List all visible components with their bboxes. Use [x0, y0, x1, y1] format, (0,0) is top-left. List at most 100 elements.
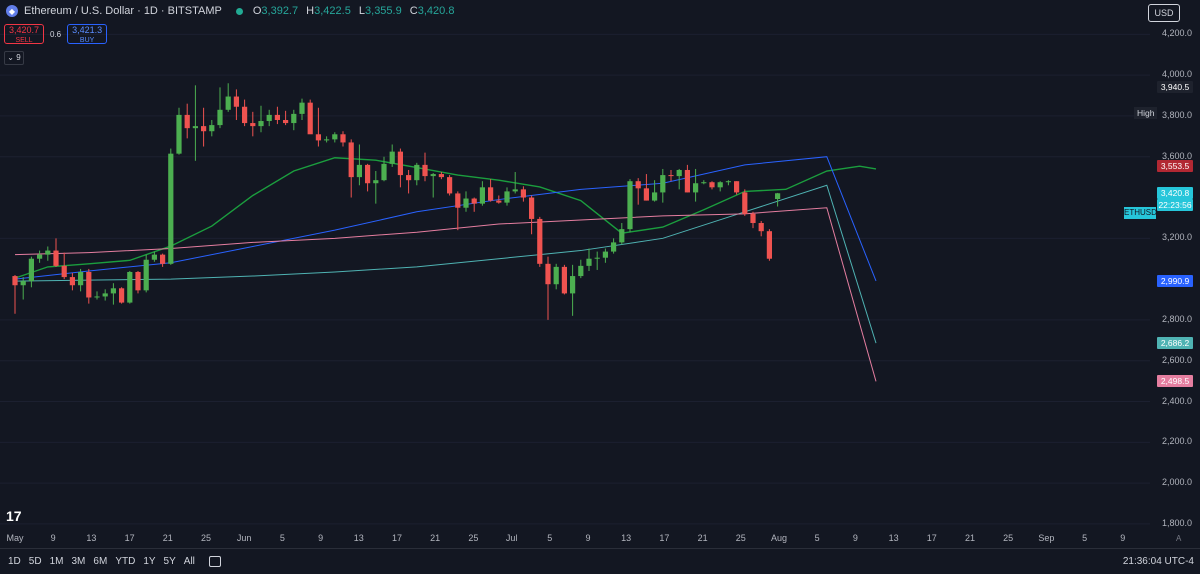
candle-body — [110, 288, 116, 294]
candle-body — [668, 175, 674, 177]
range-3m[interactable]: 3M — [72, 556, 86, 567]
candle-body — [406, 175, 412, 181]
candle-body — [586, 258, 592, 266]
time-axis-label: 17 — [926, 533, 937, 543]
candle-body — [504, 191, 510, 203]
range-all[interactable]: All — [184, 556, 195, 567]
range-5d[interactable]: 5D — [29, 556, 42, 567]
candle-body — [676, 169, 682, 177]
candle-body — [471, 198, 477, 204]
chart-header: ◆ Ethereum / U.S. Dollar · 1D · BITSTAMP… — [0, 0, 459, 22]
candle-body — [28, 258, 34, 282]
candle-body — [602, 251, 608, 258]
symbol-title[interactable]: Ethereum / U.S. Dollar · 1D · BITSTAMP — [24, 5, 222, 17]
candle-body — [660, 175, 666, 193]
last-price-label: 3,420.8 — [1157, 187, 1193, 200]
time-axis-label: 5 — [547, 533, 553, 543]
buy-button[interactable]: 3,421.3 BUY — [67, 24, 108, 44]
price-axis-label: 2,400.0 — [1162, 395, 1193, 406]
candle-body — [520, 189, 526, 198]
time-axis-label: 9 — [852, 533, 858, 543]
range-1d[interactable]: 1D — [8, 556, 21, 567]
tradingview-logo-icon[interactable]: 17 — [6, 508, 22, 524]
moving-average-line — [14, 207, 877, 382]
candle-body — [283, 120, 289, 124]
candle-body — [119, 288, 125, 303]
time-axis-label: 21 — [430, 533, 441, 543]
time-axis-label: 21 — [162, 533, 173, 543]
candle-body — [373, 180, 379, 184]
candle-body — [184, 114, 190, 129]
time-axis-label: 17 — [124, 533, 135, 543]
high-key: H — [306, 5, 315, 17]
time-axis-label: 17 — [659, 533, 670, 543]
candle-body — [225, 96, 231, 110]
high-price-label: 3,940.5 — [1157, 81, 1193, 94]
time-axis-label: 5 — [279, 533, 285, 543]
candle-body — [578, 265, 584, 277]
candle-body — [701, 182, 707, 184]
candle-body — [750, 213, 756, 224]
candle-body — [422, 164, 428, 177]
indicators-toggle[interactable]: ⌄ 9 — [4, 51, 24, 65]
range-1y[interactable]: 1Y — [143, 556, 155, 567]
auto-scale-button[interactable]: A — [1176, 534, 1181, 543]
candle-body — [717, 182, 723, 188]
candle-body — [143, 259, 149, 291]
candle-body — [381, 163, 387, 181]
price-axis-label: 3,200.0 — [1162, 232, 1193, 243]
time-axis-label: 13 — [888, 533, 899, 543]
open-value: 3,392.7 — [261, 5, 299, 17]
candle-body — [299, 102, 305, 114]
candle-body — [561, 266, 567, 294]
candle-body — [594, 257, 600, 259]
candle-body — [709, 182, 715, 188]
candle-body — [389, 151, 395, 164]
candle-body — [37, 254, 43, 259]
candle-body — [168, 153, 174, 264]
currency-button[interactable]: USD — [1148, 4, 1180, 22]
range-6m[interactable]: 6M — [93, 556, 107, 567]
high-value: 3,422.5 — [314, 5, 351, 17]
ma-pink-price-label: 2,498.5 — [1157, 375, 1193, 388]
price-axis-label: 1,800.0 — [1162, 517, 1193, 528]
time-axis-label: 9 — [1120, 533, 1126, 543]
buy-price: 3,421.3 — [72, 25, 103, 35]
candle-body — [324, 139, 330, 141]
candle-body — [233, 96, 239, 107]
candle-body — [340, 134, 346, 143]
candle-body — [176, 114, 182, 154]
candle-body — [348, 142, 354, 178]
candle-body — [775, 193, 781, 200]
price-axis-label: 2,800.0 — [1162, 313, 1193, 324]
candle-body — [463, 198, 469, 208]
time-axis-label: Jul — [505, 533, 518, 543]
candle-body — [20, 281, 26, 286]
candle-body — [512, 189, 518, 192]
sell-button[interactable]: 3,420.7 SELL — [4, 24, 44, 44]
ma-teal-price-label: 2,686.2 — [1157, 337, 1193, 350]
price-chart[interactable] — [0, 0, 1200, 548]
candle-body — [356, 164, 362, 178]
time-axis-label: 21 — [697, 533, 708, 543]
candle-body — [151, 254, 157, 260]
range-5y[interactable]: 5Y — [164, 556, 176, 567]
candle-body — [619, 229, 625, 243]
clock-timezone[interactable]: 21:36:04 UTC-4 — [1123, 556, 1194, 567]
candle-body — [545, 263, 551, 285]
spread-value: 0.6 — [50, 29, 62, 39]
candle-body — [742, 192, 748, 214]
range-ytd[interactable]: YTD — [115, 556, 135, 567]
candlesticks[interactable] — [12, 83, 781, 320]
candle-body — [307, 102, 313, 135]
candle-body — [627, 181, 633, 230]
candle-body — [414, 164, 420, 181]
time-axis-label: 13 — [621, 533, 632, 543]
range-1m[interactable]: 1M — [50, 556, 64, 567]
calendar-icon[interactable] — [208, 556, 221, 567]
candle-body — [135, 271, 141, 291]
candle-body — [12, 276, 18, 286]
time-axis-label: Aug — [770, 533, 788, 543]
candle-body — [758, 223, 764, 232]
time-axis-label: 25 — [735, 533, 746, 543]
